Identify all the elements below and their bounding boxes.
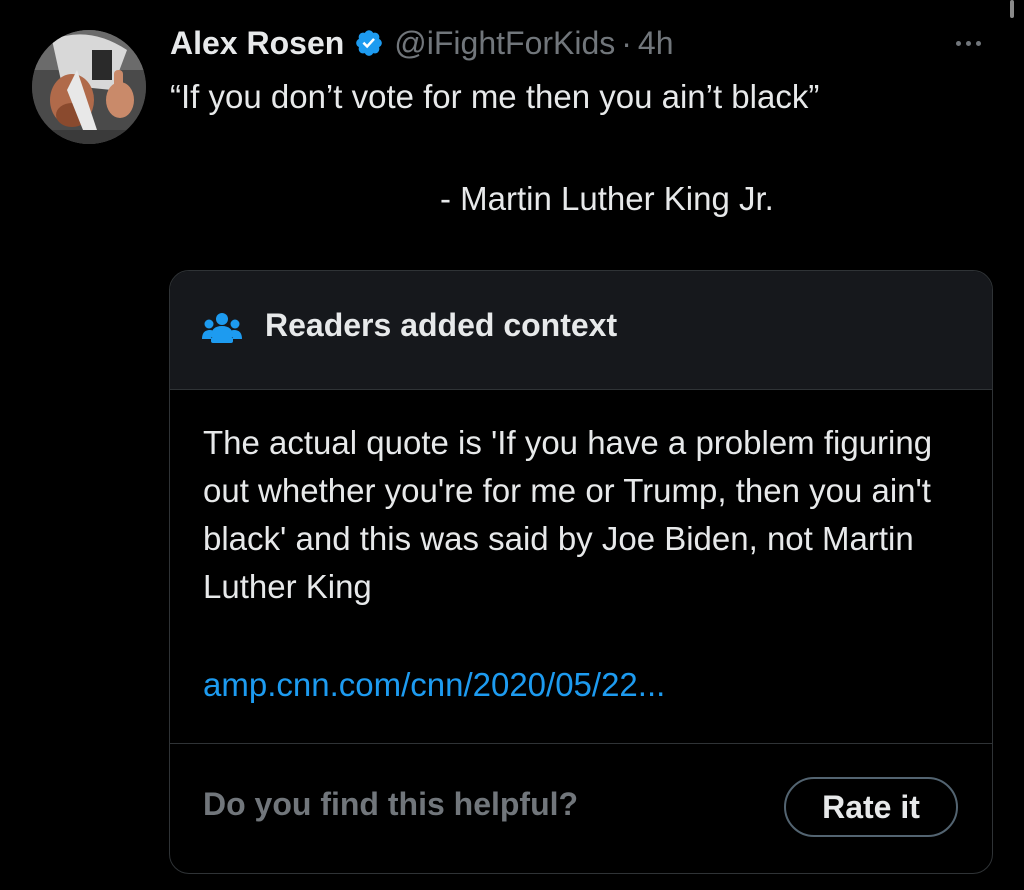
community-note: Readers added context The actual quote i… [169, 270, 993, 874]
tweet-text: “If you don’t vote for me then you ain’t… [170, 78, 820, 115]
tweet-header: Alex Rosen @iFightForKids · 4h [170, 22, 674, 64]
community-note-header[interactable]: Readers added context [170, 271, 992, 390]
author-display-name[interactable]: Alex Rosen [170, 25, 344, 62]
ellipsis-icon [965, 40, 971, 46]
tweet[interactable]: Alex Rosen @iFightForKids · 4h “If you d… [0, 0, 1024, 890]
helpful-prompt: Do you find this helpful? [203, 786, 579, 822]
community-note-title: Readers added context [265, 307, 618, 343]
more-options-button[interactable] [946, 30, 990, 56]
verified-badge-icon [354, 28, 384, 58]
divider [170, 743, 992, 744]
ellipsis-icon [975, 40, 981, 46]
community-note-body: The actual quote is 'If you have a probl… [203, 424, 933, 605]
tweet-attribution: - Martin Luther King Jr. [440, 180, 774, 217]
author-handle[interactable]: @iFightForKids [394, 25, 615, 62]
ellipsis-icon [955, 40, 961, 46]
tweet-timestamp[interactable]: 4h [638, 25, 674, 62]
rate-it-button[interactable]: Rate it [784, 777, 958, 837]
scrollbar[interactable] [1010, 0, 1014, 18]
separator-dot: · [621, 24, 632, 61]
avatar-photo-icon [32, 30, 146, 144]
people-icon [202, 311, 242, 345]
community-note-source-link[interactable]: amp.cnn.com/cnn/2020/05/22... [203, 661, 665, 709]
author-avatar[interactable] [32, 30, 146, 144]
